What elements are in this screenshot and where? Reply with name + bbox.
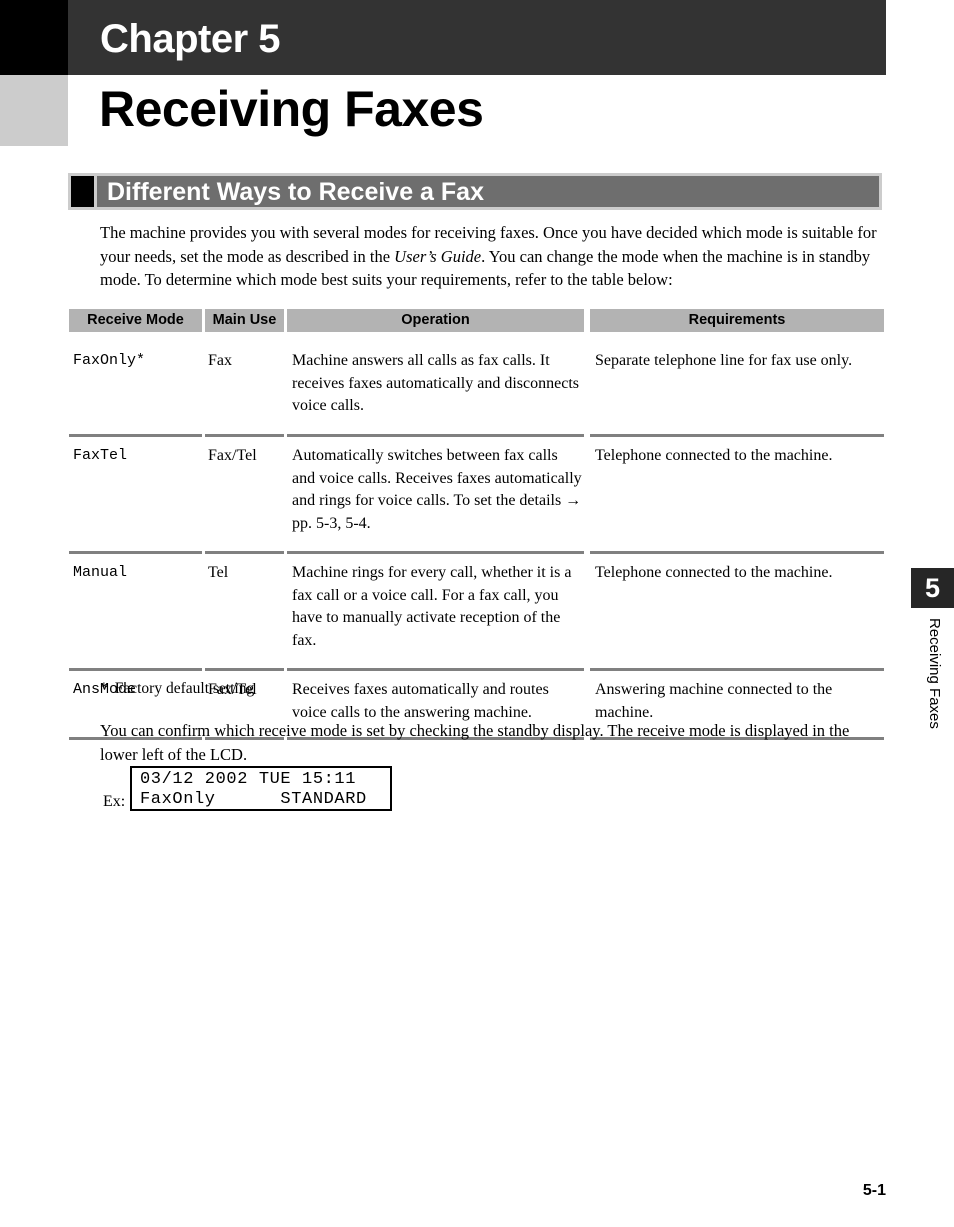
row-rule	[287, 434, 584, 437]
intro-paragraph: The machine provides you with several mo…	[100, 221, 888, 292]
table-footnote: * Factory default setting	[100, 679, 254, 699]
cell-operation: Machine rings for every call, whether it…	[292, 564, 572, 649]
confirm-paragraph: You can confirm which receive mode is se…	[100, 721, 850, 764]
table-header-operation: Operation	[287, 309, 584, 332]
table-row: Manual Tel Machine rings for every call,…	[69, 562, 884, 671]
row-rule	[590, 668, 884, 671]
page-title: Receiving Faxes	[99, 81, 484, 137]
row-rule	[287, 551, 584, 554]
lcd-example-label: Ex:	[103, 793, 126, 810]
cell-receive-mode: Manual	[73, 564, 128, 581]
table-header-row: Receive Mode Main Use Operation Requirem…	[69, 309, 884, 332]
table-header-receive-mode: Receive Mode	[69, 309, 202, 332]
receive-mode-table: Receive Mode Main Use Operation Requirem…	[69, 309, 884, 740]
table-row: FaxOnly* Fax Machine answers all calls a…	[69, 350, 884, 437]
cell-main-use: Fax/Tel	[208, 447, 257, 464]
cell-requirements: Answering machine connected to the machi…	[595, 681, 833, 721]
row-rule	[287, 668, 584, 671]
lcd-display-box: 03/12 2002 TUE 15:11 FaxOnly STANDARD	[130, 766, 392, 811]
chapter-label: Chapter 5	[100, 17, 281, 61]
chapter-banner-left-block	[0, 0, 68, 75]
table-header-main-use: Main Use	[205, 309, 284, 332]
side-tab-chapter-title: Receiving Faxes	[926, 618, 943, 729]
table-row: FaxTel Fax/Tel Automatically switches be…	[69, 445, 884, 554]
cell-main-use: Fax	[208, 352, 232, 369]
row-rule	[590, 434, 884, 437]
page-number: 5-1	[862, 1182, 886, 1199]
cell-operation: Receives faxes automatically and routes …	[292, 681, 549, 721]
cell-receive-mode: FaxOnly*	[73, 352, 146, 369]
section-heading-title: Different Ways to Receive a Fax	[107, 178, 484, 206]
cell-operation: Automatically switches between fax calls…	[292, 447, 582, 532]
lcd-line-mode: FaxOnly STANDARD	[140, 790, 367, 809]
row-rule	[69, 668, 202, 671]
table-header-requirements: Requirements	[590, 309, 884, 332]
section-heading-marker	[71, 176, 94, 207]
row-rule	[205, 668, 284, 671]
side-tab-chapter-number: 5	[924, 573, 941, 603]
row-rule	[205, 434, 284, 437]
cell-requirements: Telephone connected to the machine.	[595, 564, 833, 581]
row-rule	[205, 551, 284, 554]
row-rule	[590, 551, 884, 554]
row-rule	[69, 551, 202, 554]
cell-main-use: Tel	[208, 564, 229, 581]
cell-receive-mode: FaxTel	[73, 447, 128, 464]
row-rule	[69, 434, 202, 437]
cell-requirements: Separate telephone line for fax use only…	[595, 352, 853, 369]
lcd-line-datetime: 03/12 2002 TUE 15:11	[140, 770, 357, 789]
chapter-title-left-block	[0, 75, 68, 146]
cell-requirements: Telephone connected to the machine.	[595, 447, 833, 464]
intro-paragraph-italic-title: User’s Guide	[394, 246, 482, 266]
footnote-text: Factory default setting	[114, 680, 255, 697]
footnote-mark: *	[100, 680, 108, 697]
cell-operation: Machine answers all calls as fax calls. …	[292, 352, 579, 414]
